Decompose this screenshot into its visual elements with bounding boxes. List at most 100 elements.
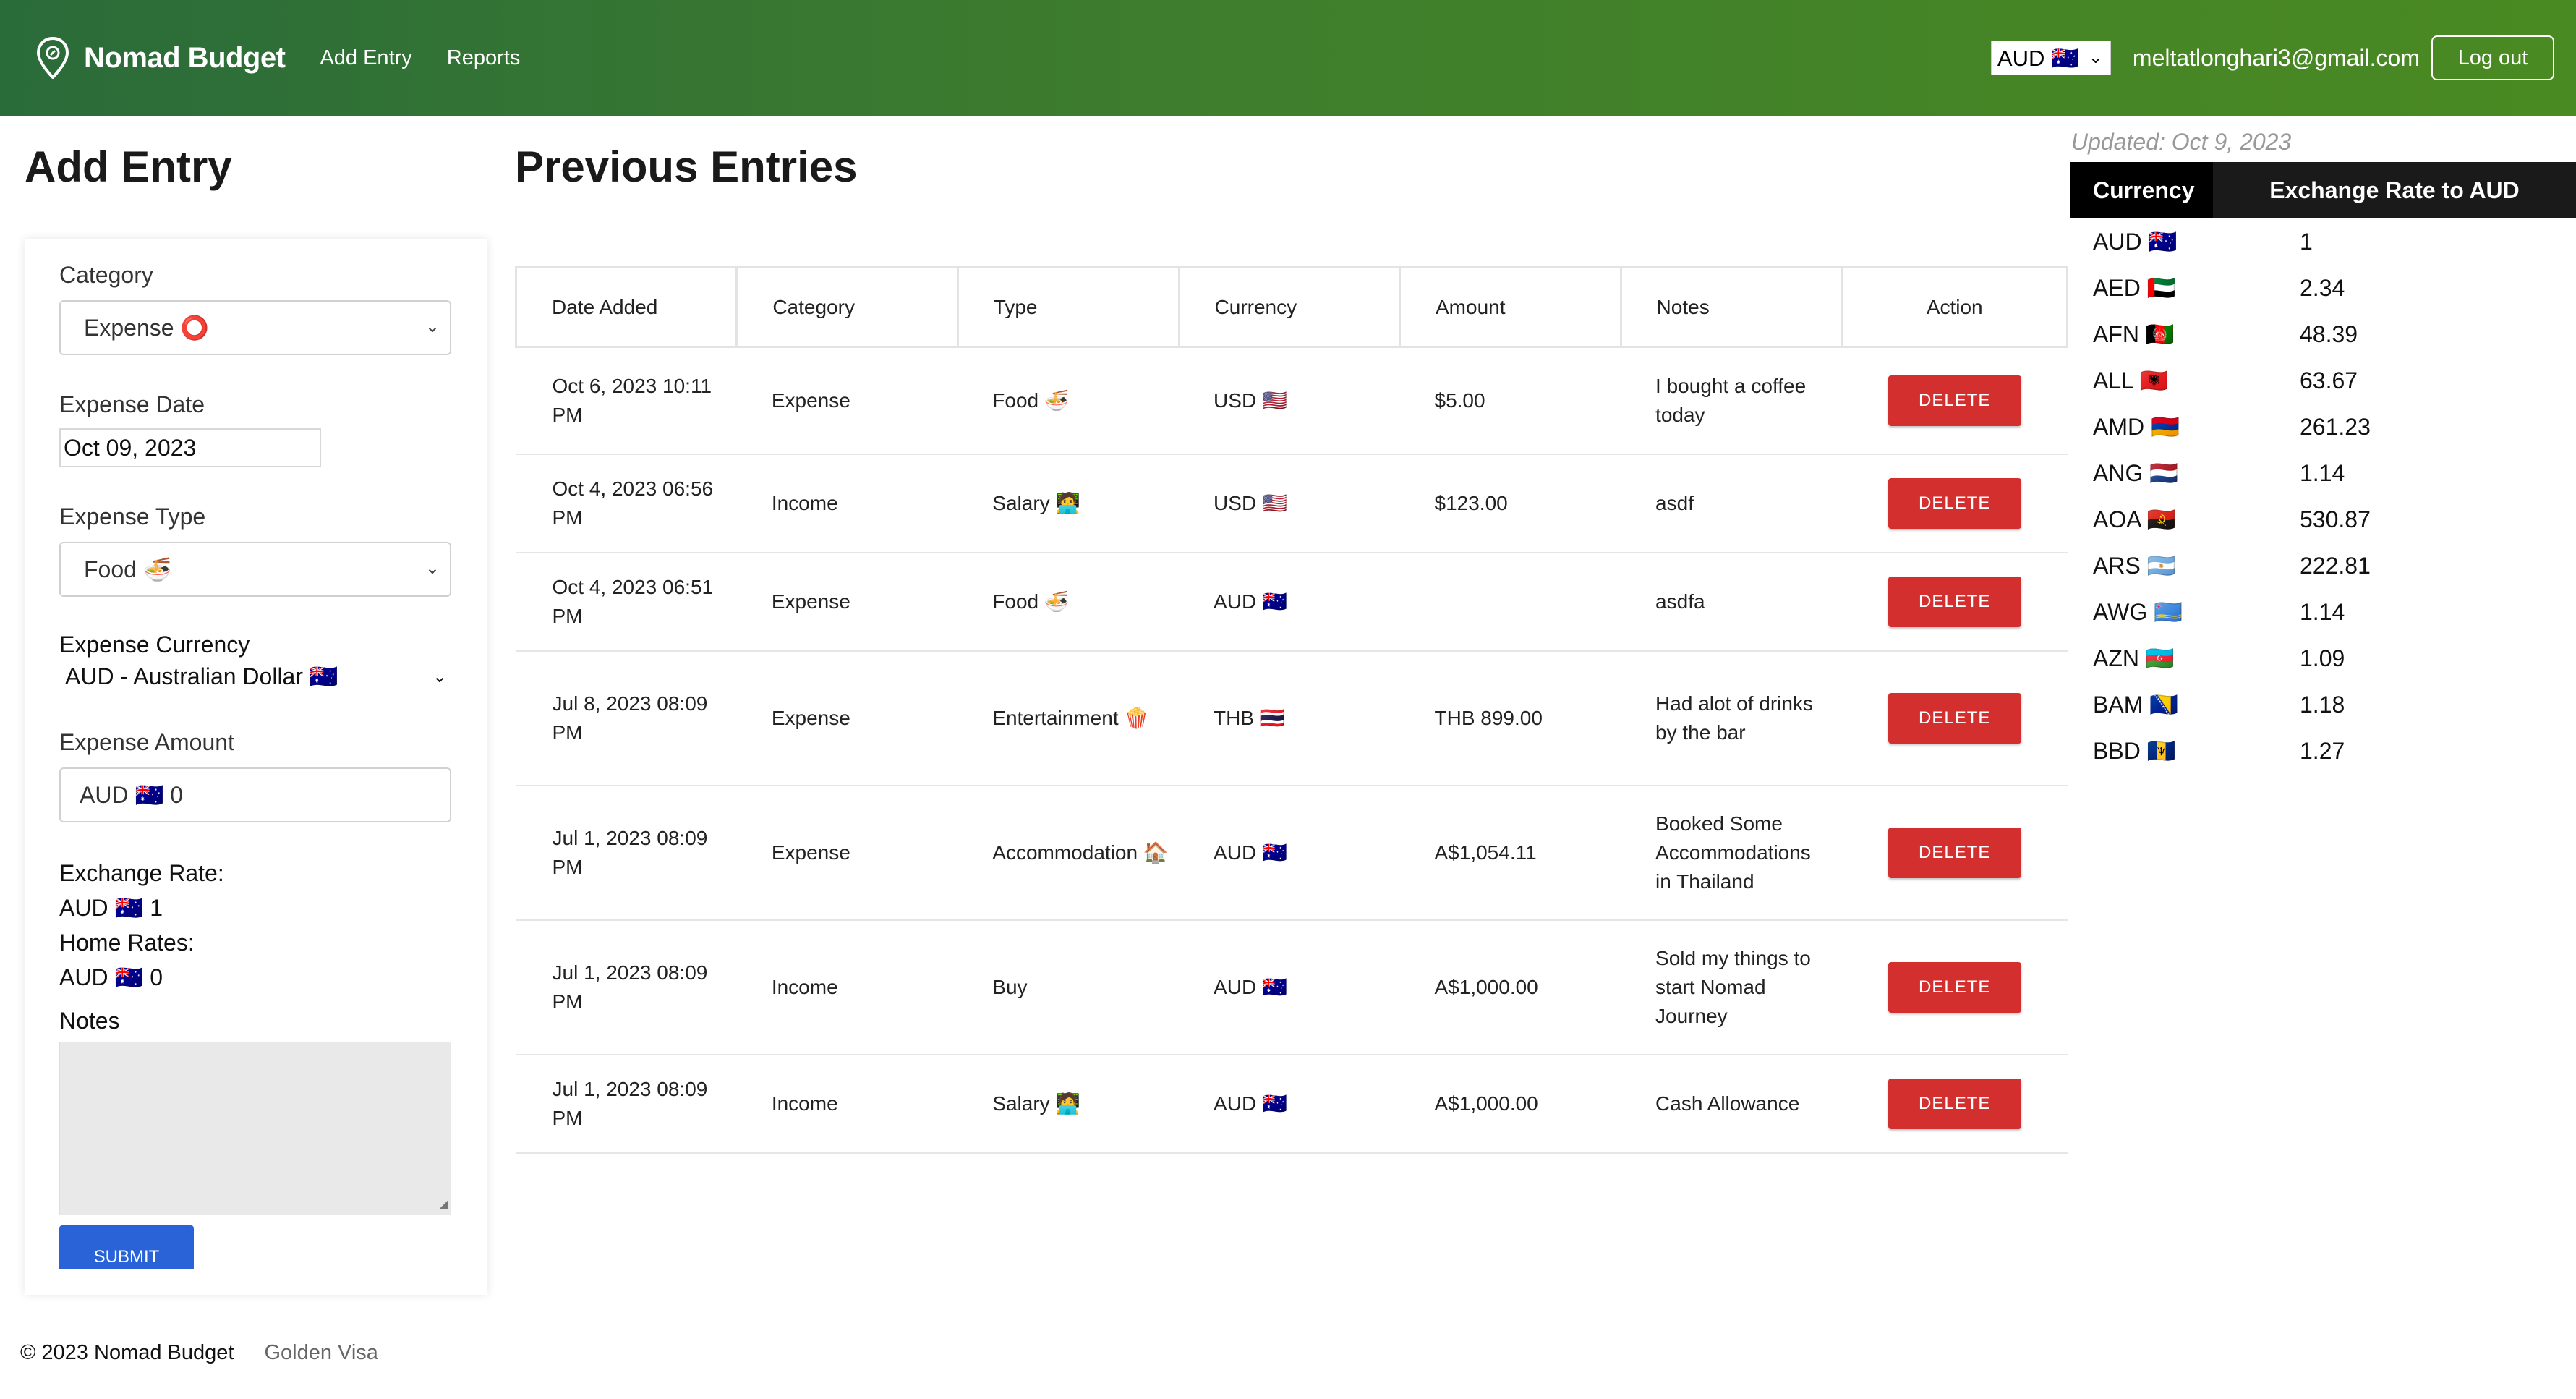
cell-category: Expense: [736, 785, 958, 921]
top-navbar: Nomad Budget Add Entry Reports AUD 🇦🇺 ⌄ …: [0, 0, 2576, 116]
col-notes: Notes: [1619, 266, 1843, 348]
expense-date-input[interactable]: Oct 09, 2023: [59, 428, 321, 467]
delete-button[interactable]: DELETE: [1888, 1078, 2021, 1129]
rate-code: ALL 🇦🇱: [2093, 367, 2169, 394]
table-row: Jul 1, 2023 08:09 PM Expense Accommodati…: [516, 785, 2068, 921]
expense-type-select[interactable]: Food 🍜 ⌄: [59, 542, 451, 597]
cell-category: Income: [736, 1054, 958, 1154]
rate-row: BAM 🇧🇦 1.18: [2070, 681, 2576, 728]
cell-notes: Sold my things to start Nomad Journey: [1621, 919, 1842, 1055]
exchange-rate-label: Exchange Rate:: [59, 860, 224, 886]
footer-golden-visa-link[interactable]: Golden Visa: [264, 1341, 378, 1365]
footer: © 2023 Nomad Budget Golden Visa: [20, 1341, 378, 1365]
col-category: Category: [735, 266, 959, 348]
delete-button[interactable]: DELETE: [1888, 692, 2021, 744]
cell-action: DELETE: [1841, 919, 2068, 1055]
rate-code: AMD 🇦🇲: [2093, 414, 2180, 440]
delete-button[interactable]: DELETE: [1888, 477, 2021, 529]
notes-label: Notes: [59, 1008, 120, 1034]
cell-currency: USD 🇺🇸: [1179, 454, 1400, 553]
resize-handle-icon[interactable]: ◢: [439, 1197, 448, 1212]
cell-type: Salary 🧑‍💻: [958, 454, 1180, 553]
cell-notes: Had alot of drinks by the bar: [1621, 650, 1842, 786]
rate-row: AOA 🇦🇴 530.87: [2070, 496, 2576, 543]
brand[interactable]: Nomad Budget: [36, 37, 286, 79]
cell-action: DELETE: [1841, 650, 2068, 786]
rate-value: 530.87: [2300, 506, 2371, 532]
map-pin-logo-icon: [36, 37, 69, 79]
submit-button[interactable]: SUBMIT: [59, 1225, 194, 1269]
expense-amount-input[interactable]: AUD 🇦🇺 0: [59, 767, 451, 822]
delete-button[interactable]: DELETE: [1888, 576, 2021, 627]
cell-date: Oct 4, 2023 06:51 PM: [516, 552, 737, 652]
nav-reports[interactable]: Reports: [447, 46, 521, 70]
cell-category: Expense: [736, 552, 958, 652]
col-currency: Currency: [1177, 266, 1402, 348]
cell-amount: A$1,000.00: [1399, 1054, 1621, 1154]
rates-header-row: Currency Exchange Rate to AUD: [2070, 162, 2576, 218]
delete-button[interactable]: DELETE: [1888, 961, 2021, 1013]
cell-amount: [1399, 552, 1621, 652]
cell-action: DELETE: [1841, 552, 2068, 652]
table-row: Jul 1, 2023 08:09 PM Income Buy AUD 🇦🇺 A…: [516, 919, 2068, 1055]
cell-type: Food 🍜: [958, 346, 1180, 455]
cell-currency: AUD 🇦🇺: [1179, 919, 1400, 1055]
cell-action: DELETE: [1841, 1054, 2068, 1154]
category-select[interactable]: Expense ⭕ ⌄: [59, 300, 451, 355]
col-amount: Amount: [1399, 266, 1622, 348]
exchange-rate-value: AUD 🇦🇺 1: [59, 895, 163, 921]
home-rates-label: Home Rates:: [59, 930, 195, 956]
rates-updated-text: Updated: Oct 9, 2023: [2071, 129, 2292, 155]
nav-add-entry[interactable]: Add Entry: [320, 46, 411, 70]
rate-row: AUD 🇦🇺 1: [2070, 218, 2576, 265]
table-header-row: Date Added Category Type Currency Amount…: [514, 266, 2068, 348]
delete-button[interactable]: DELETE: [1888, 375, 2021, 426]
cell-action: DELETE: [1841, 454, 2068, 553]
expense-currency-select[interactable]: AUD - Australian Dollar 🇦🇺 ⌄: [59, 663, 451, 690]
table-row: Oct 6, 2023 10:11 PM Expense Food 🍜 USD …: [516, 346, 2068, 455]
rate-code: BBD 🇧🇧: [2093, 738, 2176, 764]
table-row: Jul 8, 2023 08:09 PM Expense Entertainme…: [516, 650, 2068, 786]
brand-name: Nomad Budget: [84, 41, 286, 74]
delete-button[interactable]: DELETE: [1888, 827, 2021, 878]
home-currency-select[interactable]: AUD 🇦🇺 ⌄: [1990, 41, 2111, 75]
cell-notes: Booked Some Accommodations in Thailand: [1621, 785, 1842, 921]
category-label: Category: [59, 262, 153, 288]
rate-code: AOA 🇦🇴: [2093, 506, 2176, 532]
rate-code: ARS 🇦🇷: [2093, 553, 2176, 579]
logout-button[interactable]: Log out: [2431, 35, 2554, 80]
cell-action: DELETE: [1841, 346, 2068, 455]
cell-notes: I bought a coffee today: [1621, 346, 1842, 455]
cell-currency: AUD 🇦🇺: [1179, 1054, 1400, 1154]
rate-value: 1.18: [2300, 691, 2345, 718]
table-row: Oct 4, 2023 06:51 PM Expense Food 🍜 AUD …: [516, 552, 2068, 652]
expense-date-label: Expense Date: [59, 391, 205, 417]
chevron-down-icon: ⌄: [2088, 48, 2103, 67]
rates-col-currency: Currency: [2070, 162, 2213, 218]
chevron-down-icon: ⌄: [432, 666, 447, 686]
cell-date: Jul 1, 2023 08:09 PM: [516, 785, 737, 921]
expense-currency-label: Expense Currency: [59, 632, 250, 658]
rate-value: 1.27: [2300, 737, 2345, 764]
notes-textarea[interactable]: ◢: [59, 1042, 451, 1215]
rates-summary: Exchange Rate: AUD 🇦🇺 1 Home Rates: AUD …: [59, 856, 453, 995]
chevron-down-icon: ⌄: [425, 558, 440, 578]
rate-row: ARS 🇦🇷 222.81: [2070, 543, 2576, 589]
rate-value: 63.67: [2300, 367, 2358, 394]
footer-copyright: © 2023 Nomad Budget: [20, 1341, 234, 1364]
cell-type: Food 🍜: [958, 552, 1180, 652]
cell-notes: asdfa: [1621, 552, 1842, 652]
rate-value: 1: [2300, 228, 2313, 255]
expense-type-value: Food 🍜: [84, 556, 172, 582]
home-currency-value: AUD 🇦🇺: [1997, 45, 2079, 71]
expense-amount-label: Expense Amount: [59, 729, 234, 755]
table-row: Jul 1, 2023 08:09 PM Income Salary 🧑‍💻 A…: [516, 1054, 2068, 1154]
cell-notes: asdf: [1621, 454, 1842, 553]
user-email: meltatlonghari3@gmail.com: [2132, 44, 2420, 71]
header-actions: AUD 🇦🇺 ⌄ meltatlonghari3@gmail.com Log o…: [1990, 35, 2554, 80]
rate-value: 261.23: [2300, 413, 2371, 440]
rate-value: 1.14: [2300, 598, 2345, 625]
cell-amount: $123.00: [1399, 454, 1621, 553]
exchange-rates-table: Currency Exchange Rate to AUD AUD 🇦🇺 1 AE…: [2070, 162, 2576, 774]
rate-value: 222.81: [2300, 552, 2371, 579]
